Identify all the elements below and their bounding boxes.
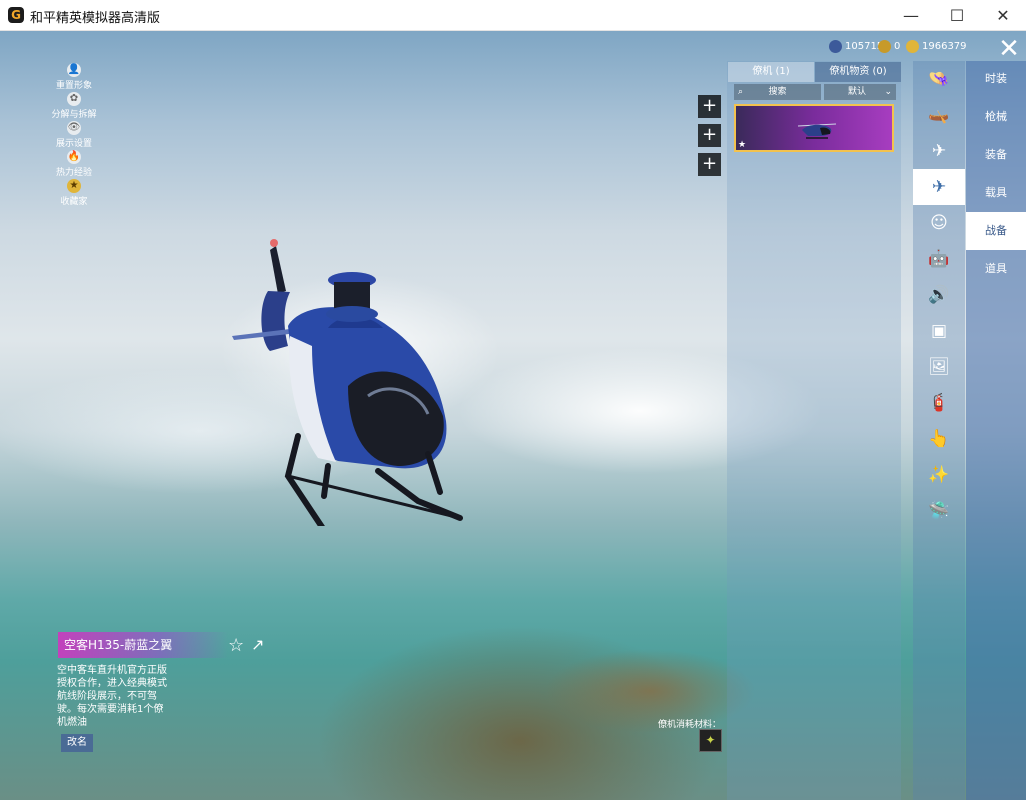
display-settings-tool[interactable]: 👁 展示设置 (50, 121, 98, 149)
plane-icon: ✈ (931, 177, 947, 197)
category-robot[interactable]: 🤖 (913, 241, 965, 277)
hat-icon: 👒 (928, 69, 950, 89)
category-glider[interactable]: ✈ (913, 133, 965, 169)
tool-label: 展示设置 (55, 139, 92, 149)
item-title: 空客H135-蔚蓝之翼 (58, 632, 228, 658)
window-titlebar: G 和平精英模拟器高清版 — ☐ ✕ (0, 0, 1026, 31)
currency-value: 0 (894, 41, 901, 52)
item-list-panel (727, 61, 901, 800)
helicopter-body (288, 307, 447, 469)
robot-icon: 🤖 (928, 249, 950, 269)
glider-icon: ✈ (931, 141, 947, 161)
tool-label: 热力经验 (55, 168, 92, 178)
category-sparkle[interactable]: ✨ (913, 457, 965, 493)
gold-icon (906, 39, 919, 53)
heat-exp-tool[interactable]: 🔥 热力经验 (50, 150, 98, 178)
tab-items[interactable]: 道具 (966, 250, 1026, 288)
category-boat[interactable]: 🛶 (913, 97, 965, 133)
collector-tool[interactable]: ★ 收藏家 (50, 179, 98, 207)
category-sound[interactable]: 🔊 (913, 277, 965, 313)
speaker-icon: 🔊 (928, 285, 950, 305)
helicopter-tail (232, 239, 298, 351)
currency-gold: 1966379 (906, 39, 967, 55)
helicopter-rotor-hub (326, 272, 378, 322)
category-gesture[interactable]: 👆 (913, 421, 965, 457)
tool-label: 重置形象 (55, 81, 92, 91)
sparkle-icon: ✨ (928, 465, 950, 485)
category-photo[interactable]: 🖼 (913, 349, 965, 385)
fuel-material-icon[interactable]: ✦ (699, 729, 722, 752)
rename-button[interactable]: 改名 (61, 734, 93, 752)
tab-guns[interactable]: 枪械 (966, 98, 1026, 136)
gesture-icon: 👆 (928, 429, 950, 449)
add-slot-button-1[interactable]: + (698, 95, 721, 118)
maximize-button[interactable]: ☐ (934, 0, 980, 31)
reset-appearance-tool[interactable]: 👤 重置形象 (50, 63, 98, 91)
panel-close-icon[interactable]: ✕ (995, 35, 1023, 63)
tool-label: 收藏家 (60, 197, 88, 207)
ufo-icon: 🛸 (928, 501, 950, 521)
app-logo-icon: G (8, 7, 24, 23)
coin-icon (829, 39, 842, 53)
decompose-tool[interactable]: ✿ 分解与拆解 (50, 92, 98, 120)
share-icon[interactable]: ↗ (251, 635, 264, 654)
window-title: 和平精英模拟器高清版 (30, 11, 161, 26)
category-ufo[interactable]: 🛸 (913, 493, 965, 529)
tab-equipment[interactable]: 装备 (966, 136, 1026, 174)
tab-war-prep[interactable]: 战备 (966, 212, 1026, 250)
favorite-star-icon[interactable]: ☆ (228, 635, 244, 656)
photo-icon: 🖼 (928, 357, 950, 377)
tab-wingman-supplies[interactable]: 僚机物资 (0) (815, 62, 901, 82)
collector-badge-icon: ★ (67, 179, 81, 193)
chevron-down-icon: ⌄ (884, 87, 892, 97)
add-slot-button-3[interactable]: + (698, 153, 721, 176)
avatar-icon: 👤 (67, 63, 81, 77)
item-description: 空中客车直升机官方正版授权合作，进入经典模式航线阶段展示，不可驾驶。每次需要消耗… (57, 665, 167, 728)
search-input[interactable]: ⌕ 搜索 (734, 84, 821, 100)
add-slot-button-2[interactable]: + (698, 124, 721, 147)
tool-label: 分解与拆解 (51, 110, 97, 120)
flower-icon: ✿ (67, 92, 81, 106)
category-emote[interactable]: ☺ (913, 205, 965, 241)
close-button[interactable]: ✕ (980, 0, 1026, 31)
category-hat[interactable]: 👒 (913, 61, 965, 97)
star-icon: ★ (738, 140, 747, 150)
search-placeholder: 搜索 (768, 87, 787, 97)
category-spray[interactable]: 🧯 (913, 385, 965, 421)
category-plane[interactable]: ✈ (913, 169, 965, 205)
eye-icon: 👁 (67, 121, 81, 135)
category-card[interactable]: ▣ (913, 313, 965, 349)
currency-medals: 0 (878, 39, 900, 55)
game-viewport: 👤 重置形象 ✿ 分解与拆解 👁 展示设置 🔥 热力经验 ★ 收藏家 + + +… (0, 31, 1026, 800)
tab-fashion[interactable]: 时装 (966, 60, 1026, 98)
helicopter-thumbnail-icon (797, 123, 837, 139)
tab-vehicles[interactable]: 载具 (966, 174, 1026, 212)
card-icon: ▣ (930, 321, 948, 341)
smile-icon: ☺ (930, 213, 948, 233)
fire-icon: 🔥 (67, 150, 81, 164)
medal-icon (878, 39, 891, 53)
sort-label: 默认 (848, 87, 867, 97)
tab-wingman[interactable]: 僚机 (1) (728, 62, 814, 82)
minimize-button[interactable]: — (888, 0, 934, 31)
currency-coupons: 105715 (829, 39, 883, 55)
search-icon: ⌕ (738, 87, 744, 97)
spray-icon: 🧯 (928, 393, 950, 413)
sort-dropdown[interactable]: 默认 ⌄ (824, 84, 896, 100)
helicopter-model[interactable] (228, 236, 474, 526)
boat-icon: 🛶 (928, 105, 950, 125)
wingman-item-card[interactable]: ★ (734, 104, 894, 152)
currency-value: 1966379 (922, 41, 967, 52)
